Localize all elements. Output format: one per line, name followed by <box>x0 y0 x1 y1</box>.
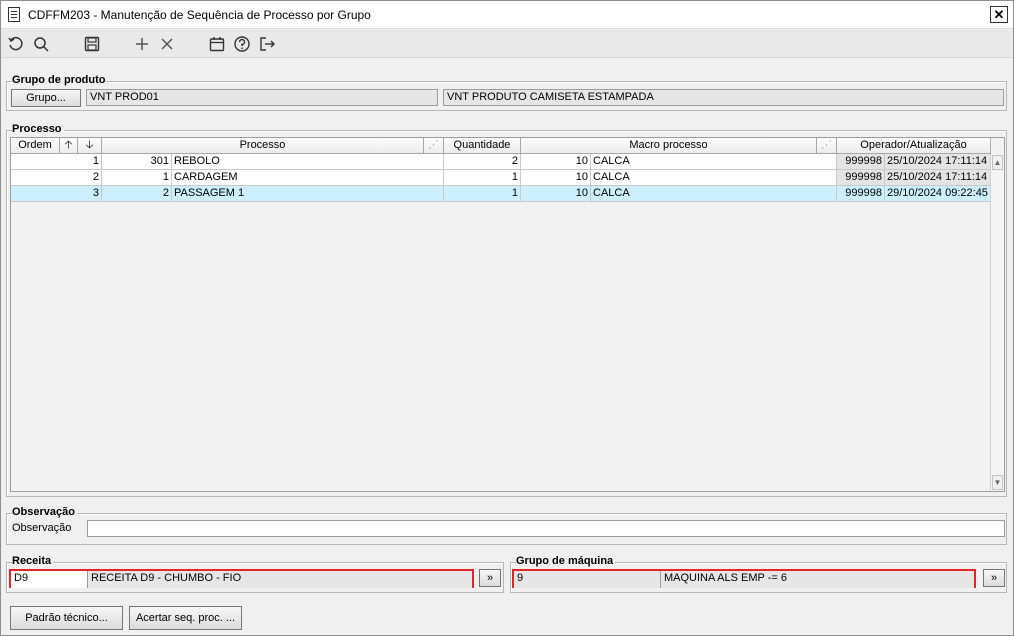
cell-proc-code[interactable]: 1 <box>102 170 172 186</box>
header-ordem[interactable]: Ordem <box>11 138 60 154</box>
header-quantidade[interactable]: Quantidade <box>444 138 521 154</box>
lookup-macro-button[interactable]: ⋰ <box>817 138 837 154</box>
grupo-produto-legend: Grupo de produto <box>12 74 108 86</box>
observacao-legend: Observação <box>12 506 77 518</box>
cell-proc-code[interactable]: 2 <box>102 186 172 202</box>
cell-quantidade[interactable]: 1 <box>444 170 521 186</box>
close-button[interactable]: ✕ <box>990 6 1008 23</box>
cell-macro-name: CALCA <box>591 154 837 170</box>
receita-code-field[interactable]: D9 <box>11 571 87 588</box>
document-icon <box>8 7 20 22</box>
cell-macro-name: CALCA <box>591 186 837 202</box>
acertar-seq-button[interactable]: Acertar seq. proc. ... <box>129 606 242 630</box>
cell-macro-name: CALCA <box>591 170 837 186</box>
cell-operador: 999998 <box>837 170 885 186</box>
scroll-up-icon[interactable]: ▲ <box>992 155 1003 170</box>
header-operador[interactable]: Operador/Atualização <box>837 138 991 154</box>
calendar-icon[interactable] <box>208 35 226 53</box>
cell-macro-code[interactable]: 10 <box>521 170 591 186</box>
arrow-down-icon: 🡣 <box>85 139 94 151</box>
cell-proc-code[interactable]: 301 <box>102 154 172 170</box>
cell-atualizacao: 29/10/2024 09:22:45 <box>885 186 991 202</box>
lookup-processo-button[interactable]: ⋰ <box>424 138 444 154</box>
cell-quantidade[interactable]: 2 <box>444 154 521 170</box>
cell-atualizacao: 25/10/2024 17:11:14 <box>885 154 991 170</box>
filter-icon: ⋰ <box>821 139 832 151</box>
padrao-tecnico-button[interactable]: Padrão técnico... <box>10 606 123 630</box>
exit-icon[interactable] <box>258 35 276 53</box>
receita-search-button[interactable]: » <box>479 569 501 587</box>
scroll-down-icon[interactable]: ▼ <box>992 475 1003 490</box>
arrow-up-icon: 🡡 <box>64 139 73 151</box>
observacao-label: Observação <box>12 522 72 534</box>
grupo-button-label: Grupo... <box>26 92 66 104</box>
header-macro-processo[interactable]: Macro processo <box>521 138 817 154</box>
help-icon[interactable] <box>233 35 251 53</box>
cell-macro-code[interactable]: 10 <box>521 154 591 170</box>
grupo-code-field[interactable]: VNT PROD01 <box>86 89 438 106</box>
search-icon[interactable] <box>32 35 50 53</box>
save-icon[interactable] <box>83 35 101 53</box>
grupo-button[interactable]: Grupo... <box>11 89 81 107</box>
vertical-scrollbar[interactable]: ▲ ▼ <box>990 154 1004 491</box>
add-icon[interactable] <box>133 35 151 53</box>
grupo-description-field: VNT PRODUTO CAMISETA ESTAMPADA <box>443 89 1004 106</box>
receita-description-field: RECEITA D9 - CHUMBO - FIO <box>87 571 472 588</box>
window-title: CDFFM203 - Manutenção de Sequência de Pr… <box>28 8 371 22</box>
observacao-input[interactable] <box>87 520 1005 537</box>
cell-atualizacao: 25/10/2024 17:11:14 <box>885 170 991 186</box>
cell-proc-name: CARDAGEM <box>172 170 444 186</box>
refresh-icon[interactable] <box>7 35 25 53</box>
grupo-maquina-code-field[interactable]: 9 <box>514 571 660 588</box>
move-down-button[interactable]: 🡣 <box>78 138 102 154</box>
move-up-button[interactable]: 🡡 <box>60 138 78 154</box>
cell-proc-name: PASSAGEM 1 <box>172 186 444 202</box>
processo-legend: Processo <box>12 123 64 135</box>
cell-quantidade[interactable]: 1 <box>444 186 521 202</box>
cell-ordem[interactable]: 2 <box>11 170 102 186</box>
cell-proc-name: REBOLO <box>172 154 444 170</box>
grupo-maquina-description-field: MAQUINA ALS EMP -= 6 <box>660 571 974 588</box>
cell-operador: 999998 <box>837 154 885 170</box>
header-processo[interactable]: Processo <box>102 138 424 154</box>
main-window: CDFFM203 - Manutenção de Sequência de Pr… <box>0 0 1014 636</box>
cell-macro-code[interactable]: 10 <box>521 186 591 202</box>
filter-icon: ⋰ <box>428 139 439 151</box>
toolbar <box>1 30 1013 58</box>
cell-ordem[interactable]: 1 <box>11 154 102 170</box>
grupo-maquina-search-button[interactable]: » <box>983 569 1005 587</box>
cell-operador: 999998 <box>837 186 885 202</box>
grupo-maquina-legend: Grupo de máquina <box>516 555 616 567</box>
cell-ordem[interactable]: 3 <box>11 186 102 202</box>
processo-table: Ordem 🡡 🡣 Processo ⋰ Quantidade Macro pr… <box>10 137 1005 492</box>
receita-legend: Receita <box>12 555 54 567</box>
delete-icon[interactable] <box>158 35 176 53</box>
title-bar: CDFFM203 - Manutenção de Sequência de Pr… <box>1 1 1013 29</box>
